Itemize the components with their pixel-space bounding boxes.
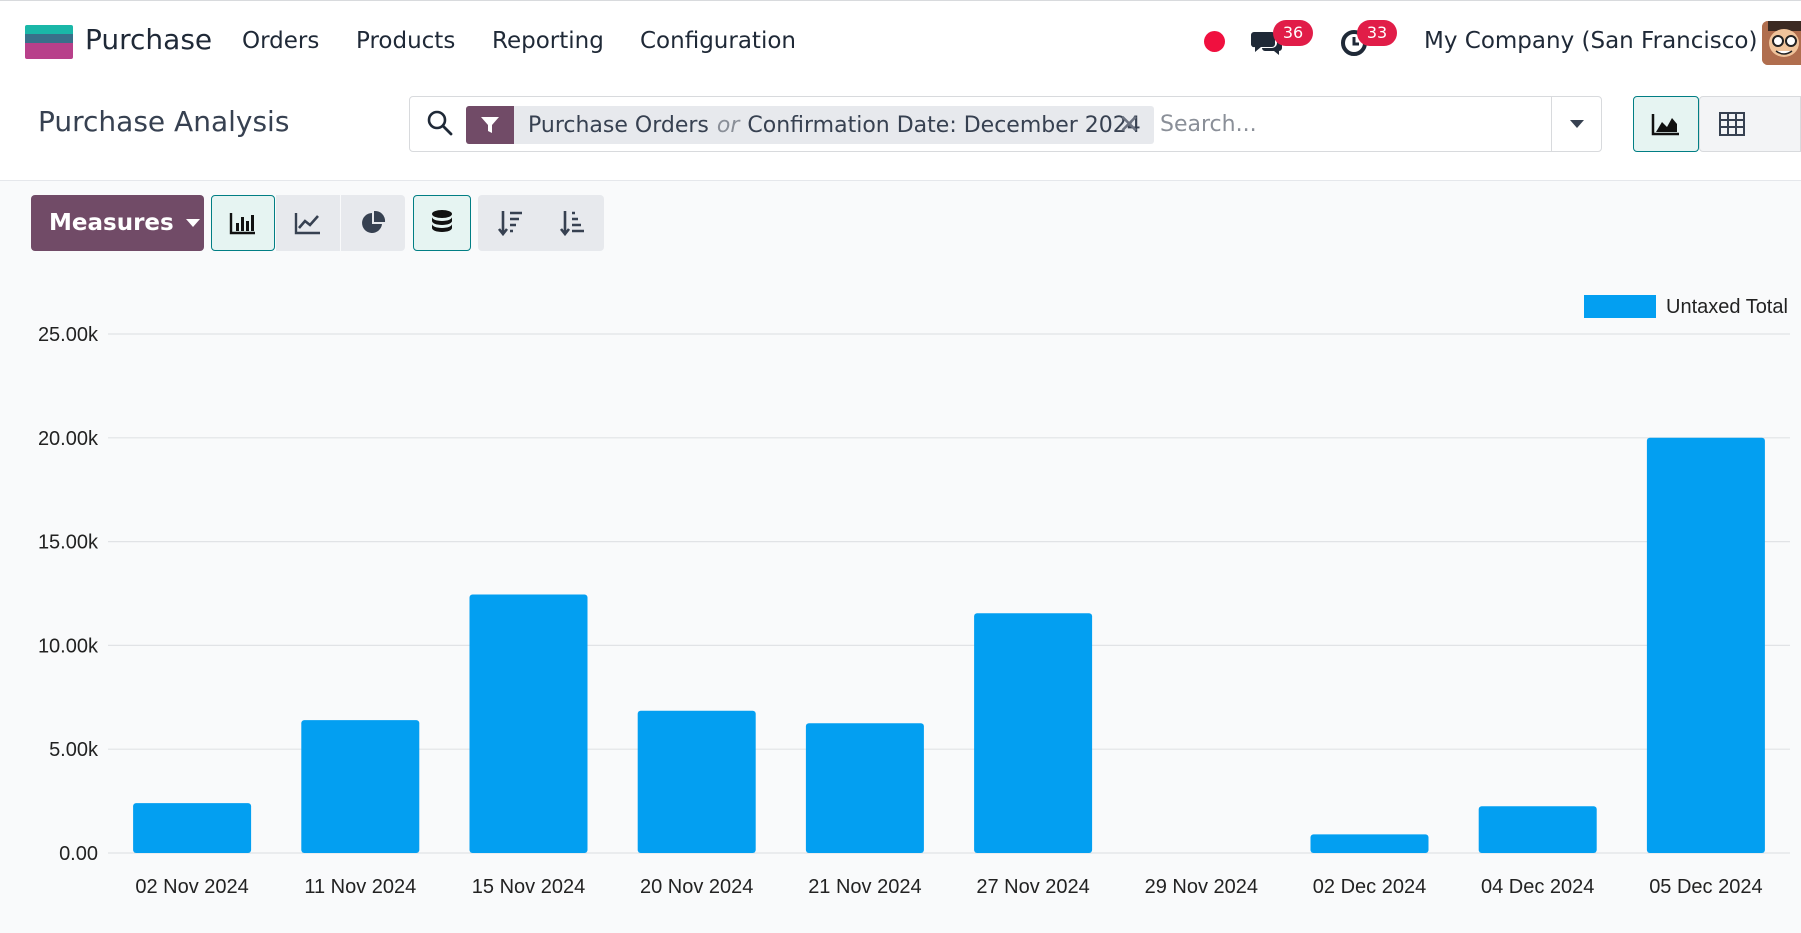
facet-separator: or (716, 112, 740, 138)
line-chart-icon[interactable] (276, 195, 340, 251)
x-tick-label: 04 Dec 2024 (1481, 876, 1594, 898)
app-name[interactable]: Purchase (85, 23, 212, 56)
search-input[interactable] (1160, 109, 1540, 139)
top-navbar: Purchase Orders Products Reporting Confi… (0, 0, 1801, 81)
control-panel: Purchase Analysis Purchase Orders or Confi… (0, 81, 1801, 181)
legend-label[interactable]: Untaxed Total (1666, 296, 1788, 318)
caret-down-icon[interactable] (1551, 97, 1601, 151)
filter-icon (466, 106, 514, 144)
bar[interactable] (974, 613, 1093, 853)
chart-canvas: 0.00 5.00k 10.00k 15.00k 20.00k 25.00k 02 Nov … (38, 295, 1790, 898)
facet-label: Purchase Orders or Confirmation Date: Dece… (528, 113, 1141, 138)
close-icon[interactable]: ✕ (1118, 110, 1140, 140)
bar[interactable] (1478, 806, 1597, 853)
bar[interactable] (133, 803, 252, 853)
table-icon[interactable] (1699, 96, 1801, 152)
caret-down-icon (185, 219, 200, 227)
menu-reporting[interactable]: Reporting (492, 28, 604, 54)
pie-chart-icon[interactable] (341, 195, 405, 251)
user-avatar[interactable] (1762, 21, 1801, 65)
menu-orders[interactable]: Orders (242, 28, 319, 54)
x-tick-label: 02 Nov 2024 (135, 876, 248, 898)
x-tick-label: 29 Nov 2024 (1145, 876, 1258, 898)
x-tick-label: 11 Nov 2024 (304, 876, 416, 898)
facet-part-1: Purchase Orders (528, 112, 709, 138)
measures-button[interactable]: Measures (31, 195, 204, 251)
bar-chart-icon[interactable] (211, 195, 275, 251)
y-tick-label: 25.00k (38, 324, 99, 346)
purchase-app-icon[interactable] (25, 25, 73, 59)
bar[interactable] (637, 710, 756, 853)
facet-part-2: Confirmation Date: December 2024 (747, 112, 1141, 138)
database-icon[interactable] (413, 195, 471, 251)
sort-descending-icon[interactable] (478, 195, 542, 251)
sort-ascending-icon[interactable] (540, 195, 604, 251)
bar[interactable] (1646, 437, 1765, 853)
y-tick-label: 20.00k (38, 428, 99, 450)
x-tick-label: 02 Dec 2024 (1313, 876, 1426, 898)
menu-products[interactable]: Products (356, 28, 455, 54)
bar-chart: 0.00 5.00k 10.00k 15.00k 20.00k 25.00k 02 Nov … (0, 270, 1801, 933)
activities-badge[interactable]: 33 (1357, 20, 1397, 46)
y-tick-label: 5.00k (49, 739, 99, 761)
bar[interactable] (301, 720, 420, 853)
measures-label: Measures (49, 210, 174, 236)
x-tick-label: 15 Nov 2024 (472, 876, 585, 898)
search-bar[interactable]: Purchase Orders or Confirmation Date: Dece… (409, 96, 1602, 152)
bar[interactable] (1310, 834, 1429, 853)
x-tick-label: 21 Nov 2024 (808, 876, 921, 898)
messages-badge[interactable]: 36 (1273, 20, 1313, 46)
x-tick-label: 27 Nov 2024 (976, 876, 1089, 898)
y-tick-label: 10.00k (38, 635, 99, 657)
menu-configuration[interactable]: Configuration (640, 28, 796, 54)
bar[interactable] (805, 723, 924, 853)
search-icon[interactable] (426, 109, 454, 141)
y-tick-label: 15.00k (38, 532, 99, 554)
x-tick-label: 20 Nov 2024 (640, 876, 753, 898)
page-title: Purchase Analysis (38, 105, 290, 138)
y-tick-label: 0.00 (59, 843, 98, 865)
company-switcher[interactable]: My Company (San Francisco) (1424, 28, 1757, 54)
recording-dot-icon[interactable] (1204, 31, 1225, 52)
legend-swatch[interactable] (1584, 295, 1656, 318)
area-chart-icon[interactable] (1633, 96, 1699, 152)
bar[interactable] (469, 594, 588, 853)
filter-facet[interactable]: Purchase Orders or Confirmation Date: Dece… (466, 106, 1154, 144)
x-tick-label: 05 Dec 2024 (1649, 876, 1762, 898)
